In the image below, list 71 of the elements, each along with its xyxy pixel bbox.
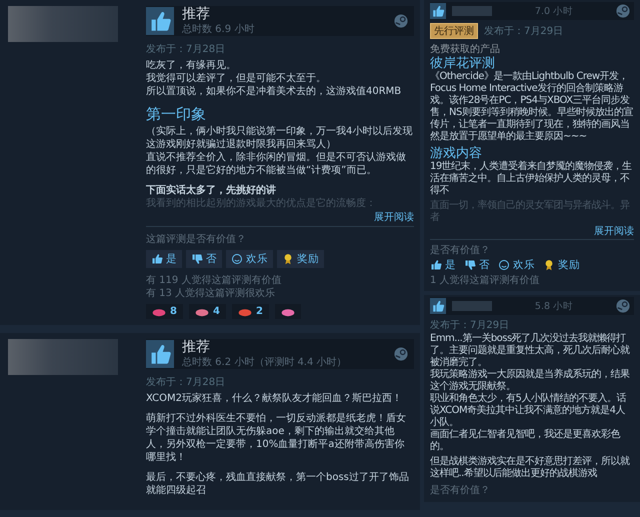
review-text: 19世纪末，人类遭受着来自梦魇的魔物侵袭，生活在痛苦之中。自上古伊始保护人类的灵母，不得不: [430, 161, 633, 197]
steam-icon: [394, 14, 408, 28]
steam-icon: [394, 347, 408, 361]
review-text: Emm...第一关boss死了几次没过去我就懒得打了。主要问题就是重复性太高，死几次后耐心就被消磨完了。: [430, 333, 631, 368]
playtime-text: 总时数 6.2 小时（评测时 4.4 小时）: [182, 356, 348, 369]
posted-date: 发布于：7月29日: [484, 25, 564, 38]
review-text: 我玩策略游戏一大原因就是当养成系玩的，结果这个游戏无限献祭。: [430, 369, 630, 392]
playtime-text: 7.0 小时: [534, 4, 574, 18]
recommendation-title: 推荐: [182, 339, 211, 355]
early-access-badge: 先行评测: [430, 23, 478, 39]
section-heading: 第一印象: [146, 105, 207, 123]
steam-icon: [616, 299, 630, 313]
thumbs-up-icon: [430, 297, 446, 315]
thumbs-up-icon: [430, 259, 442, 271]
helpful-count: 1 人觉得这篇评测有价值: [430, 274, 541, 287]
posted-date: 发布于：7月29日: [430, 319, 510, 332]
posted-date: 发布于：7月28日: [146, 43, 226, 56]
award-badge[interactable]: [274, 304, 301, 319]
playtime-text: 总时数 6.9 小时: [182, 22, 256, 36]
award-badge[interactable]: 8: [146, 304, 183, 319]
review-text: 《Othercide》是一款由Lightbulb Crew开发，Focus Home Interactive发行的回合制策略游戏。该作28号在PC，PS4与XBOX三平台同步发售，NS则要到等到稍晚时候。早些时候放出的宣传片，让笔者一直期待到了现在，独特的画风当然是放置于愿望单的最主要原因~~~: [430, 71, 634, 143]
thumbs-up-icon: [146, 7, 174, 35]
award-badge[interactable]: 2: [232, 304, 269, 319]
medal-icon: [282, 253, 294, 265]
smiley-icon: [498, 259, 510, 271]
vote-button[interactable]: 欢乐: [226, 250, 273, 268]
review-text: 吃灰了，有缘再见。: [146, 59, 237, 72]
helpful-count: 有 13 人觉得这篇评测很欢乐: [146, 287, 276, 300]
faded-text: 我看到的相比起别的游戏最大的优点是它的流畅度：: [146, 197, 377, 210]
posted-date: 发布于：7月28日: [146, 376, 226, 389]
review-text: 我觉得可以差评了，但是可能不太至于。: [146, 72, 327, 85]
review-text: 画面仁者见仁智者见智吧，我还是更喜欢彩色的。: [430, 429, 622, 453]
review-text: 职业和角色太少，有5人小队情结的不要入。话说XCOM奇美拉其中让我不满意的地方就是4人小队。: [430, 393, 628, 428]
thumbs-up-icon: [430, 2, 446, 20]
review-text: 所以置顶说，如果你不是冲着美术去的，这游戏值40RMB: [146, 85, 402, 98]
vote-button[interactable]: 欢乐: [498, 258, 535, 272]
thumbs-up-icon: [146, 340, 174, 368]
read-more-link[interactable]: 展开阅读: [594, 226, 634, 237]
review-text: 但是战棋类游戏实在是不好意思打差评，所以就这样吧..希望以后能做出更好的战棋游戏: [430, 456, 631, 480]
thumbs-down-icon: [464, 259, 476, 271]
vote-button[interactable]: 奖励: [277, 250, 324, 268]
review-text: XCOM2玩家狂喜，什么？献祭队友才能回血？斯巴拉西！: [146, 392, 403, 405]
read-more-link[interactable]: 展开阅读: [374, 212, 414, 223]
helpful-question: 是否有价值？: [430, 244, 491, 257]
faded-text: 直面一切，率领自己的灵女军团与异者战斗。异者: [430, 200, 631, 224]
playtime-text: 5.8 小时: [534, 300, 574, 312]
vote-button[interactable]: 奖励: [543, 258, 580, 272]
steam-icon: [616, 4, 630, 18]
thumbs-down-icon: [191, 253, 203, 265]
review-text: 最后，不要心疼，残血直接献祭，第一个boss过了开了饰品就能四级起召: [146, 471, 410, 497]
medal-icon: [543, 259, 555, 271]
smiley-icon: [231, 253, 243, 265]
review-text: 萌新打不过外科医生不要怕，一切反动派都是纸老虎！盾女学个撞击就能让团队无伤躲aoe，剩下的输出就交给其他人，另外双枪一定要带，10%血量打断平a还附带高伤害你哪里找！: [146, 412, 407, 464]
vote-button[interactable]: 否: [464, 258, 490, 272]
award-badge[interactable]: 4: [188, 304, 226, 319]
blurred-username: [452, 6, 492, 16]
free-product-note: 免费获取的产品: [430, 42, 501, 56]
vote-button[interactable]: 否: [186, 250, 222, 268]
section-heading: 彼岸花评测: [430, 56, 496, 71]
vote-button[interactable]: 是: [430, 258, 456, 272]
helpful-count: 有 119 人觉得这篇评测有价值: [146, 274, 282, 287]
thumbs-up-icon: [151, 253, 163, 265]
vote-button[interactable]: 是: [146, 250, 182, 268]
recommendation-title: 推荐: [182, 6, 211, 22]
review-text: （实际上，俩小时我只能说第一印象，万一我4小时以后发现这游戏刚好就骗过退款时限我再回来骂人）: [146, 125, 414, 151]
blurred-username: [452, 301, 492, 311]
helpful-question: 这篇评测是否有价值？: [146, 232, 247, 246]
helpful-question: 是否有价值？: [430, 484, 491, 497]
section-heading: 游戏内容: [430, 146, 483, 161]
bold-text: 下面实话太多了，先挑好的讲: [146, 184, 277, 197]
review-text: 直说不推荐全价入，除非你闲的冒烟。但是不可否认游戏做的很好，只是它好的地方不能被当做“计费项”而已。: [146, 151, 407, 177]
